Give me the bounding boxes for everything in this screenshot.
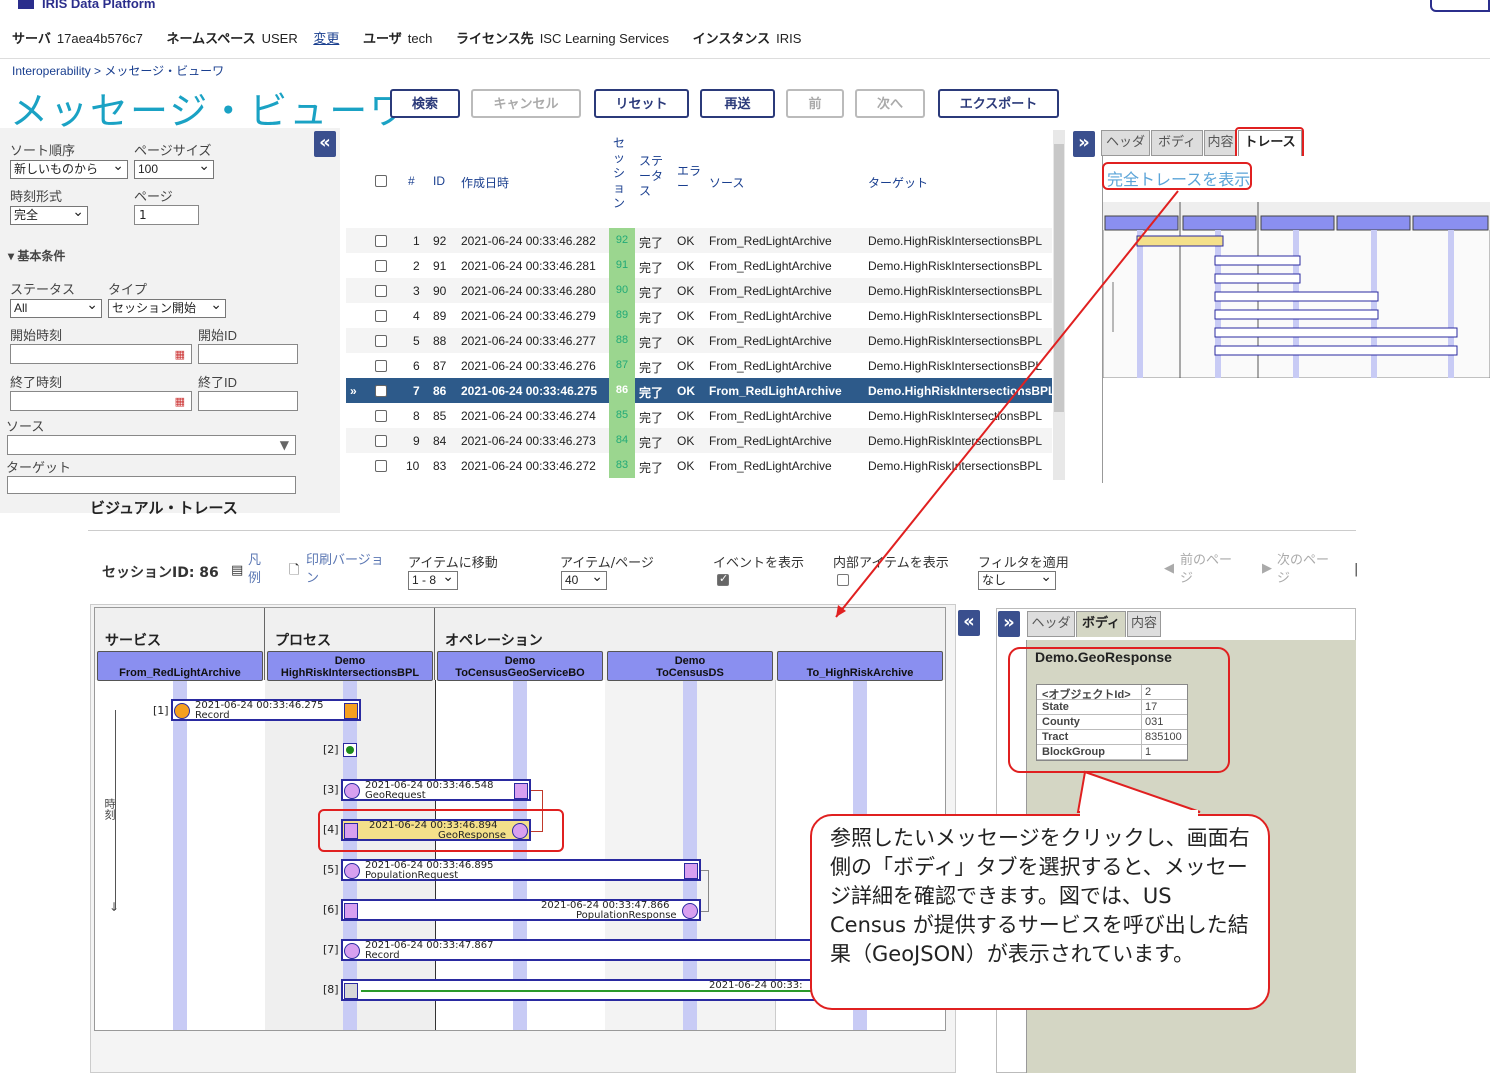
callout-tail-mask [1080,810,1198,816]
explanation-callout: 参照したいメッセージをクリックし、画面右側の「ボディ」タブを選択すると、メッセー… [810,814,1270,1010]
